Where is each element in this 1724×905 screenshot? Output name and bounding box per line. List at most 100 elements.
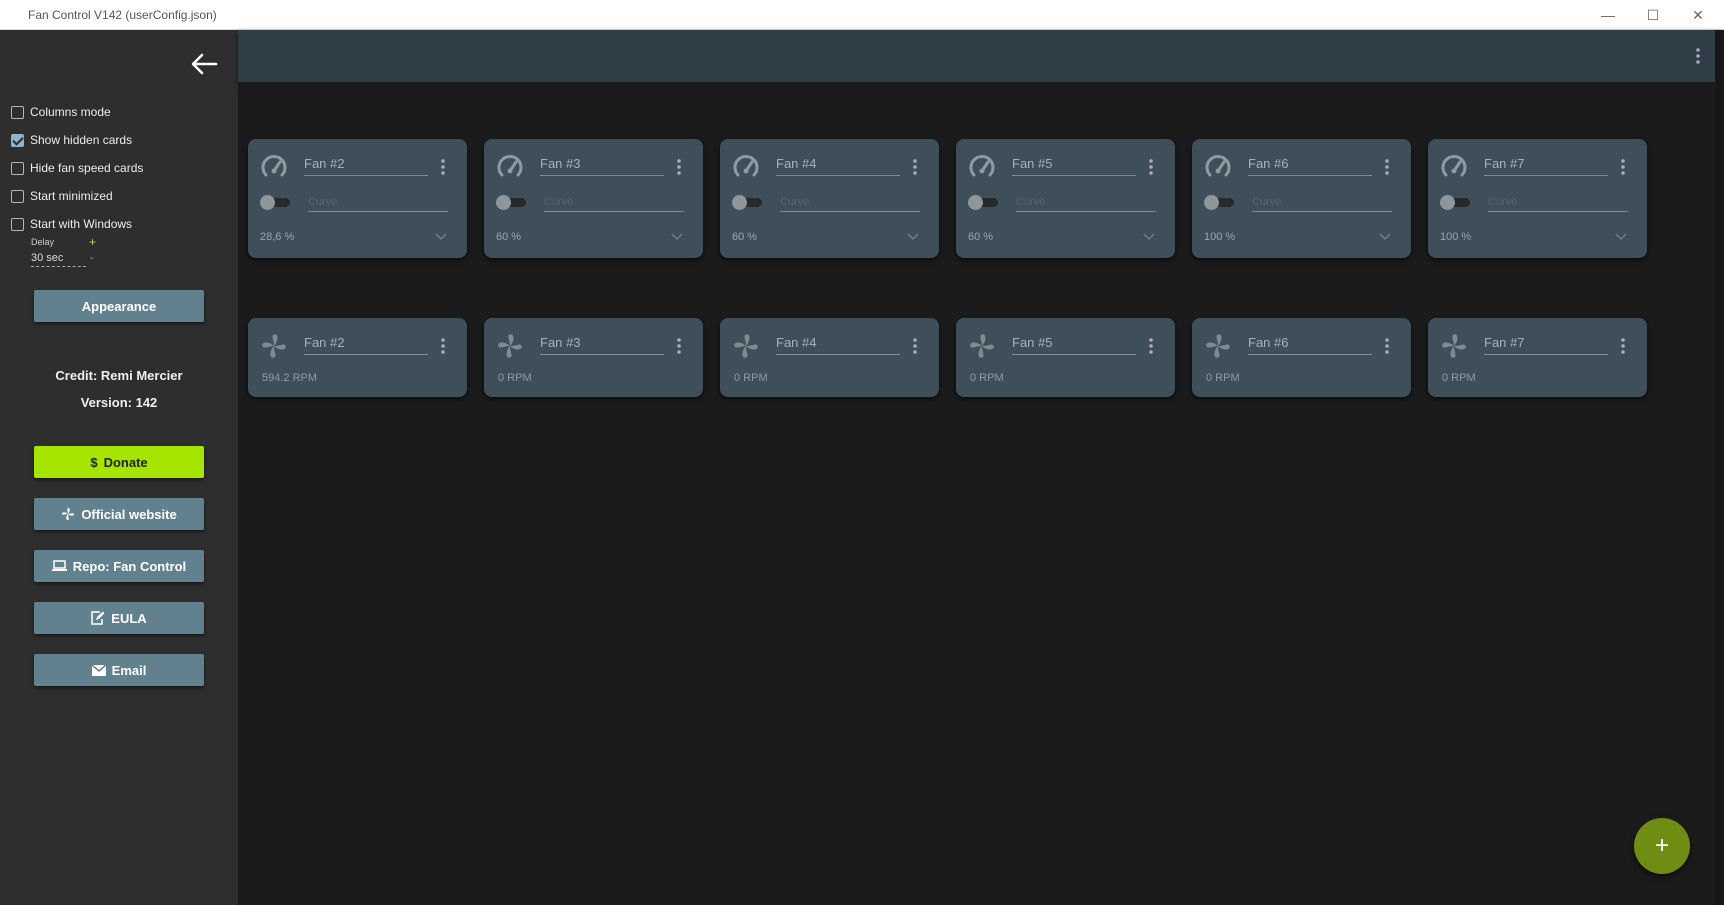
eula-button[interactable]: EULA xyxy=(34,602,204,634)
fan-name-input[interactable]: Fan #7 xyxy=(1484,156,1608,176)
minimize-icon[interactable]: — xyxy=(1586,3,1630,27)
hide-fan-speed-cards-checkbox[interactable]: Hide fan speed cards xyxy=(11,161,143,175)
delay-input[interactable]: 30 sec xyxy=(31,252,86,267)
fan-name-input[interactable]: Fan #2 xyxy=(304,156,428,176)
close-icon[interactable]: ✕ xyxy=(1676,3,1720,27)
curve-select[interactable]: Curve xyxy=(544,196,684,212)
control-card[interactable]: Fan #6 Curve 100 % xyxy=(1192,139,1411,258)
appearance-button[interactable]: Appearance xyxy=(34,290,204,322)
kebab-menu-icon[interactable] xyxy=(1621,338,1625,354)
kebab-menu-icon[interactable] xyxy=(677,159,681,175)
checkbox-box[interactable] xyxy=(11,217,24,231)
delay-label: Delay xyxy=(31,237,55,247)
curve-select[interactable]: Curve xyxy=(1016,196,1156,212)
show-hidden-cards-checkbox[interactable]: Show hidden cards xyxy=(11,133,132,147)
kebab-menu-icon[interactable] xyxy=(913,338,917,354)
fan-name-input[interactable]: Fan #6 xyxy=(1248,335,1372,355)
fan-name-input[interactable]: Fan #7 xyxy=(1484,335,1608,355)
control-card[interactable]: Fan #5 Curve 60 % xyxy=(956,139,1175,258)
fan-name-input[interactable]: Fan #4 xyxy=(776,335,900,355)
curve-select[interactable]: Curve xyxy=(1252,196,1392,212)
kebab-menu-icon[interactable] xyxy=(1385,159,1389,175)
control-value: 60 % xyxy=(496,231,522,243)
checkbox-box[interactable] xyxy=(11,105,24,119)
speed-card[interactable]: Fan #2 594.2 RPM xyxy=(248,318,467,397)
checkbox-label: Start minimized xyxy=(30,189,113,203)
maximize-icon[interactable]: ☐ xyxy=(1631,3,1675,27)
speed-card[interactable]: Fan #5 0 RPM xyxy=(956,318,1175,397)
fan-icon xyxy=(498,334,522,358)
kebab-menu-icon[interactable] xyxy=(1149,338,1153,354)
back-arrow-icon[interactable] xyxy=(188,50,220,78)
curve-select[interactable]: Curve xyxy=(780,196,920,212)
speed-card[interactable]: Fan #6 0 RPM xyxy=(1192,318,1411,397)
speed-card[interactable]: Fan #4 0 RPM xyxy=(720,318,939,397)
sidebar: Columns mode Show hidden cards Hide fan … xyxy=(0,30,238,905)
enable-toggle[interactable] xyxy=(260,195,290,210)
fan-icon xyxy=(262,334,286,358)
email-button[interactable]: Email xyxy=(34,654,204,686)
enable-toggle[interactable] xyxy=(1440,195,1470,210)
curve-select[interactable]: Curve xyxy=(1488,196,1628,212)
kebab-menu-icon[interactable] xyxy=(1385,338,1389,354)
kebab-menu-icon[interactable] xyxy=(441,338,445,354)
add-card-button[interactable]: + xyxy=(1634,818,1690,874)
start-minimized-checkbox[interactable]: Start minimized xyxy=(11,189,113,203)
fan-name-input[interactable]: Fan #2 xyxy=(304,335,428,355)
credit-text: Credit: Remi Mercier xyxy=(55,368,183,383)
checkbox-box[interactable] xyxy=(11,161,24,175)
speed-value: 0 RPM xyxy=(1442,372,1476,384)
speed-card[interactable]: Fan #7 0 RPM xyxy=(1428,318,1647,397)
gauge-icon xyxy=(261,155,287,177)
enable-toggle[interactable] xyxy=(496,195,526,210)
kebab-menu-icon[interactable] xyxy=(1621,159,1625,175)
checkbox-label: Show hidden cards xyxy=(30,133,133,147)
control-card[interactable]: Fan #3 Curve 60 % xyxy=(484,139,703,258)
top-bar xyxy=(238,30,1724,82)
gauge-icon xyxy=(733,155,759,177)
columns-mode-checkbox[interactable]: Columns mode xyxy=(11,105,111,119)
kebab-menu-icon[interactable] xyxy=(677,338,681,354)
eula-label: EULA xyxy=(111,610,147,626)
fan-name-input[interactable]: Fan #3 xyxy=(540,156,664,176)
chevron-down-icon[interactable] xyxy=(1143,233,1155,241)
repo-button[interactable]: Repo: Fan Control xyxy=(34,550,204,582)
enable-toggle[interactable] xyxy=(1204,195,1234,210)
window-title: Fan Control V142 (userConfig.json) xyxy=(28,8,217,22)
chevron-down-icon[interactable] xyxy=(435,233,447,241)
kebab-menu-icon[interactable] xyxy=(1696,48,1700,64)
fan-icon xyxy=(61,507,75,521)
kebab-menu-icon[interactable] xyxy=(441,159,445,175)
delay-increase-button[interactable]: + xyxy=(89,235,96,249)
control-card[interactable]: Fan #2 Curve 28,6 % xyxy=(248,139,467,258)
donate-button[interactable]: $ Donate xyxy=(34,446,204,478)
official-website-button[interactable]: Official website xyxy=(34,498,204,530)
fan-name-input[interactable]: Fan #4 xyxy=(776,156,900,176)
fan-name-input[interactable]: Fan #5 xyxy=(1012,335,1136,355)
enable-toggle[interactable] xyxy=(968,195,998,210)
chevron-down-icon[interactable] xyxy=(1379,233,1391,241)
window-edge xyxy=(1715,30,1724,905)
fan-name-input[interactable]: Fan #5 xyxy=(1012,156,1136,176)
gauge-icon xyxy=(1441,155,1467,177)
curve-select[interactable]: Curve xyxy=(308,196,448,212)
checkbox-box[interactable] xyxy=(11,133,24,147)
chevron-down-icon[interactable] xyxy=(1615,233,1627,241)
chevron-down-icon[interactable] xyxy=(907,233,919,241)
enable-toggle[interactable] xyxy=(732,195,762,210)
control-card[interactable]: Fan #4 Curve 60 % xyxy=(720,139,939,258)
control-card[interactable]: Fan #7 Curve 100 % xyxy=(1428,139,1647,258)
kebab-menu-icon[interactable] xyxy=(913,159,917,175)
start-with-windows-checkbox[interactable]: Start with Windows xyxy=(11,217,132,231)
fan-name-input[interactable]: Fan #3 xyxy=(540,335,664,355)
kebab-menu-icon[interactable] xyxy=(1149,159,1153,175)
fan-name-input[interactable]: Fan #6 xyxy=(1248,156,1372,176)
appearance-label: Appearance xyxy=(81,298,157,314)
plus-icon: + xyxy=(1654,832,1669,859)
repo-label: Repo: Fan Control xyxy=(72,558,187,574)
delay-decrease-button[interactable]: - xyxy=(90,252,94,264)
gauge-icon xyxy=(497,155,523,177)
checkbox-box[interactable] xyxy=(11,189,24,203)
speed-card[interactable]: Fan #3 0 RPM xyxy=(484,318,703,397)
chevron-down-icon[interactable] xyxy=(671,233,683,241)
